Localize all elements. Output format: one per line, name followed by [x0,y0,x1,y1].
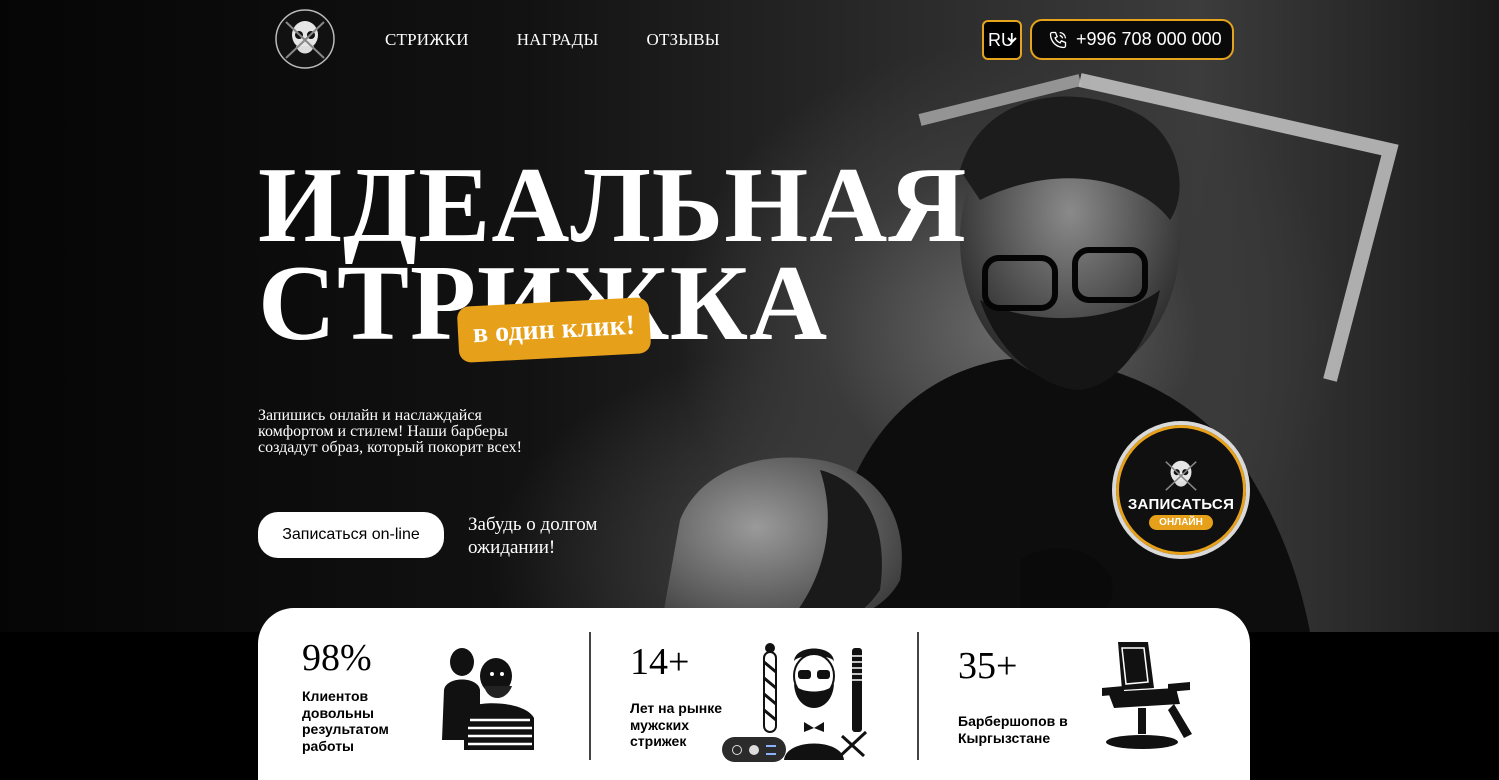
chevron-down-icon [1007,37,1017,44]
badge-title: ЗАПИСАТЬСЯ [1127,496,1235,513]
book-online-button[interactable]: Записаться on-line [258,512,444,558]
hero-tagline: Забудь о долгом ожидании! [468,514,598,558]
book-online-badge[interactable]: ЗАПИСАТЬСЯ ОНЛАЙН [1112,421,1250,559]
barber-chair-icon [1102,642,1192,749]
one-click-sticker: в один клик! [456,297,652,363]
stat-divider [589,632,591,760]
site-header: СТРИЖКИ НАГРАДЫ ОТЗЫВЫ RU +996 708 000 0… [0,0,1499,79]
skull-icon [1165,460,1197,491]
stat-label-shops: Барбершопов в Кыргызстане [958,713,1068,746]
phone-number: +996 708 000 000 [1076,29,1222,49]
floating-toolbar [722,737,786,762]
nav-link-haircuts[interactable]: СТРИЖКИ [385,30,469,50]
skull-logo-icon[interactable] [274,8,336,70]
nav-link-reviews[interactable]: ОТЗЫВЫ [646,30,719,50]
theme-toggle-icon[interactable] [748,744,759,755]
stat-value-shops: 35+ [958,645,1018,687]
barber-client-icon [442,648,534,750]
stat-value-years: 14+ [630,641,690,683]
phone-button[interactable]: +996 708 000 000 [1030,19,1234,60]
chat-icon[interactable] [731,744,742,755]
hero-subtitle: Запишись онлайн и наслаждайся комфортом … [258,407,522,456]
language-select[interactable]: RU [982,20,1022,60]
stat-value-clients: 98% [302,637,372,679]
nav-link-awards[interactable]: НАГРАДЫ [517,30,599,50]
main-nav: СТРИЖКИ НАГРАДЫ ОТЗЫВЫ [385,30,720,50]
stat-divider [917,632,919,760]
menu-icon[interactable] [766,744,777,755]
badge-subtitle: ОНЛАЙН [1149,515,1213,530]
phone-icon [1049,31,1067,48]
stat-label-clients: Клиентов довольны результатом работы [302,688,389,754]
